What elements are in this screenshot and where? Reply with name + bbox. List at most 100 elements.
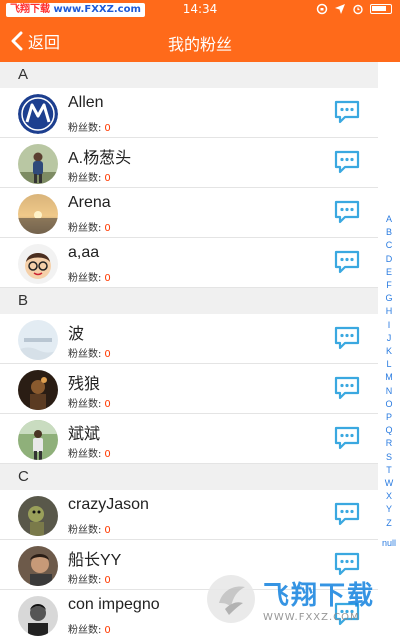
fans-count-value: 0	[104, 349, 111, 360]
section-header-b: B	[0, 288, 378, 314]
index-letter-i[interactable]: I	[388, 319, 391, 332]
fans-count-value: 0	[104, 625, 111, 636]
fans-count-value: 0	[104, 223, 111, 234]
message-button[interactable]	[333, 374, 361, 402]
status-icons	[316, 3, 392, 15]
index-letter-h[interactable]: H	[386, 305, 393, 318]
avatar[interactable]	[18, 420, 58, 460]
alarm-icon	[353, 4, 363, 15]
fans-count: 粉丝数: 0	[68, 395, 111, 410]
avatar[interactable]	[18, 370, 58, 410]
fans-count-label: 粉丝数:	[68, 625, 102, 636]
index-letter-w[interactable]: W	[385, 477, 394, 490]
avatar[interactable]	[18, 144, 58, 184]
fans-count: 粉丝数: 0	[68, 521, 111, 536]
status-bar: 飞翔下载 www.FXXZ.com 14:34	[0, 0, 400, 20]
index-letter-e[interactable]: E	[386, 266, 392, 279]
message-button[interactable]	[333, 198, 361, 226]
avatar[interactable]	[18, 320, 58, 360]
fans-count-label: 粉丝数:	[68, 349, 102, 360]
fan-row[interactable]: Allen 粉丝数: 0	[0, 88, 378, 138]
fan-row[interactable]: 波粉丝数: 0	[0, 314, 378, 364]
index-letter-d[interactable]: D	[386, 253, 393, 266]
fan-row[interactable]: 斌斌 粉丝数: 0	[0, 414, 378, 464]
index-letter-a[interactable]: A	[386, 213, 392, 226]
index-letter-z[interactable]: Z	[386, 517, 392, 530]
fans-count-label: 粉丝数:	[68, 223, 102, 234]
index-letter-p[interactable]: P	[386, 411, 392, 424]
index-letter-k[interactable]: K	[386, 345, 392, 358]
fans-count: 粉丝数: 0	[68, 269, 111, 284]
fan-row[interactable]: 残狼粉丝数: 0	[0, 364, 378, 414]
fans-count: 粉丝数: 0	[68, 621, 111, 636]
index-letter-c[interactable]: C	[386, 239, 393, 252]
fans-count-label: 粉丝数:	[68, 399, 102, 410]
section-header-a: A	[0, 62, 378, 88]
fans-count: 粉丝数: 0	[68, 445, 111, 460]
fans-count: 粉丝数: 0	[68, 571, 111, 586]
fans-count-value: 0	[104, 449, 111, 460]
avatar[interactable]	[18, 546, 58, 586]
watermark-logo-icon	[207, 575, 255, 623]
fan-row[interactable]: A.杨葱头 粉丝数: 0	[0, 138, 378, 188]
avatar[interactable]	[18, 244, 58, 284]
fan-row[interactable]: crazyJason 粉丝数: 0	[0, 490, 378, 540]
fans-count: 粉丝数: 0	[68, 219, 111, 234]
fans-count-value: 0	[104, 399, 111, 410]
fan-name: 波	[68, 326, 85, 343]
alphabet-index[interactable]: A B C D E F G H I J K L M N O P Q R S T W X Y Znull	[381, 213, 397, 548]
battery-icon	[370, 4, 392, 14]
fan-row[interactable]: Arena 粉丝数: 0	[0, 188, 378, 238]
fans-count-label: 粉丝数:	[68, 525, 102, 536]
nav-bar: 返回 我的粉丝	[0, 20, 400, 62]
index-letter-q[interactable]: Q	[385, 424, 392, 437]
index-null[interactable]: null	[382, 538, 396, 548]
section-header-c: C	[0, 464, 378, 490]
index-letter-t[interactable]: T	[386, 464, 392, 477]
index-letter-n[interactable]: N	[386, 385, 393, 398]
index-letter-m[interactable]: M	[385, 371, 393, 384]
message-button[interactable]	[333, 248, 361, 276]
message-button[interactable]	[333, 148, 361, 176]
index-letter-y[interactable]: Y	[386, 503, 392, 516]
watermark-url: WWW.FXXZ.COM	[263, 612, 360, 623]
index-letter-s[interactable]: S	[386, 451, 392, 464]
fans-count-value: 0	[104, 173, 111, 184]
location-icon	[335, 4, 345, 14]
index-letter-j[interactable]: J	[387, 332, 392, 345]
fan-name: A.杨葱头	[68, 150, 132, 167]
chat-bubble-icon	[333, 502, 361, 532]
index-letter-x[interactable]: X	[386, 490, 392, 503]
rotation-lock-icon	[316, 3, 328, 15]
message-button[interactable]	[333, 500, 361, 528]
fan-name: Allen	[68, 94, 104, 111]
chat-bubble-icon	[333, 326, 361, 356]
index-letter-g[interactable]: G	[385, 292, 392, 305]
index-letter-b[interactable]: B	[386, 226, 392, 239]
fan-name: a,aa	[68, 244, 100, 261]
fans-list: A Allen 粉丝数: 0 A.杨葱头 粉丝数: 0 Arena 粉丝数: 0 a,aa 粉丝数: 0…	[0, 62, 378, 639]
fan-row[interactable]: a,aa 粉丝数: 0	[0, 238, 378, 288]
chat-bubble-icon	[333, 200, 361, 230]
index-letter-l[interactable]: L	[386, 358, 391, 371]
message-button[interactable]	[333, 98, 361, 126]
page-title: 我的粉丝	[167, 35, 232, 54]
chat-bubble-icon	[333, 250, 361, 280]
watermark: 飞翔下载 WWW.FXXZ.COM	[205, 566, 395, 632]
index-letter-f[interactable]: F	[386, 279, 392, 292]
fans-count-label: 粉丝数:	[68, 273, 102, 284]
fan-name: crazyJason	[68, 496, 149, 513]
avatar[interactable]	[18, 94, 58, 134]
message-button[interactable]	[333, 424, 361, 452]
fans-count: 粉丝数: 0	[68, 345, 111, 360]
chat-bubble-icon	[333, 150, 361, 180]
index-letter-r[interactable]: R	[386, 437, 393, 450]
avatar[interactable]	[18, 496, 58, 536]
message-button[interactable]	[333, 324, 361, 352]
fan-name: con impegno	[68, 596, 160, 613]
avatar[interactable]	[18, 194, 58, 234]
chat-bubble-icon	[333, 426, 361, 456]
index-letter-o[interactable]: O	[385, 398, 392, 411]
fan-name: 残狼	[68, 376, 101, 393]
avatar[interactable]	[18, 596, 58, 636]
